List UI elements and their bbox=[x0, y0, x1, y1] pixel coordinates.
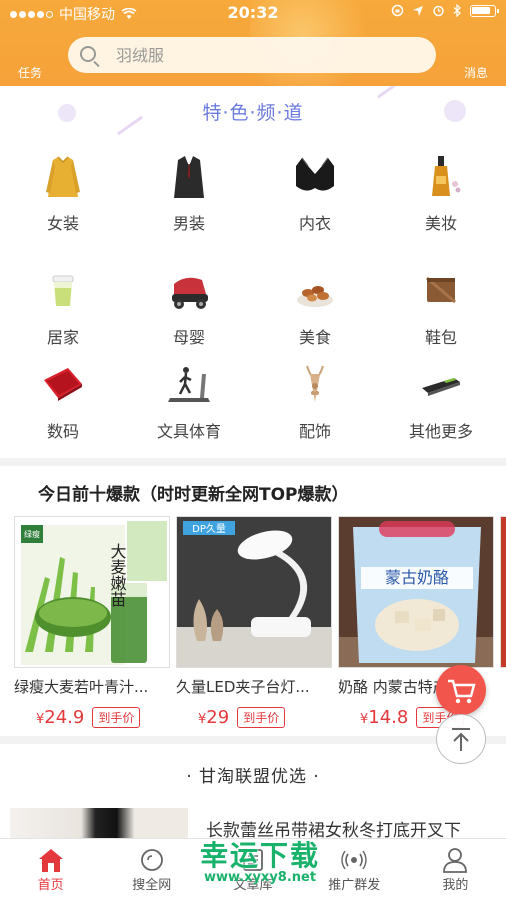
search-all-icon bbox=[140, 849, 163, 871]
product-card[interactable]: DP久量 久量LED夹子台灯... ¥29 到手价 bbox=[176, 516, 332, 728]
cart-float-button[interactable] bbox=[436, 665, 486, 715]
channel-label: 母婴 bbox=[172, 328, 205, 347]
cup-icon bbox=[52, 275, 74, 306]
product-card-partial[interactable] bbox=[500, 516, 506, 668]
product-price-row: ¥29 到手价 bbox=[176, 707, 332, 728]
top-ten-section: 今日前十爆款（时时更新全网TOP爆款） 绿瘦 大麦嫩苗 绿瘦大麦若叶青汁... … bbox=[0, 466, 506, 736]
channel-home[interactable]: 居家 bbox=[0, 266, 126, 348]
product-name: 绿瘦大麦若叶青汁... bbox=[14, 678, 149, 696]
featured-channels: 特·色·频·道 女装 男装 内衣 美妆 居家 母婴 美食 鞋包 数码 文具体育 … bbox=[0, 86, 506, 458]
channel-shoes-bags[interactable]: 鞋包 bbox=[378, 266, 504, 348]
channel-stationery-sports[interactable]: 文具体育 bbox=[126, 360, 252, 442]
watermark-title: 幸运下载 bbox=[199, 839, 320, 872]
alarm-icon bbox=[433, 5, 444, 17]
channel-label: 配饰 bbox=[298, 422, 331, 441]
tablet-icon bbox=[44, 368, 82, 401]
channel-digital[interactable]: 数码 bbox=[0, 360, 126, 442]
alliance-picks-section: · 甘淘联盟优选 · 长款蕾丝吊带裙女秋冬打底开叉下 bbox=[0, 744, 506, 844]
bra-icon bbox=[296, 157, 334, 191]
channel-label: 美妆 bbox=[424, 214, 457, 233]
channel-mens[interactable]: 男装 bbox=[126, 152, 252, 234]
channel-label: 美食 bbox=[298, 328, 331, 347]
top-ten-title: 今日前十爆款（时时更新全网TOP爆款） bbox=[38, 485, 349, 505]
sweater-icon bbox=[46, 156, 80, 197]
channel-label: 鞋包 bbox=[424, 328, 457, 347]
status-bar: 中国移动 20:32 bbox=[0, 0, 506, 26]
product-name: 久量LED夹子台灯... bbox=[176, 678, 310, 696]
lock-rotation-icon bbox=[391, 4, 404, 17]
channel-more[interactable]: 其他更多 bbox=[378, 360, 504, 442]
site-watermark: 幸运下载 www.xyxy8.net bbox=[175, 834, 345, 885]
product-image: DP久量 bbox=[176, 516, 332, 668]
channel-underwear[interactable]: 内衣 bbox=[252, 152, 378, 234]
channel-baby[interactable]: 母婴 bbox=[126, 266, 252, 348]
message-link[interactable]: 消息 bbox=[464, 64, 488, 81]
product-image bbox=[500, 516, 506, 668]
home-icon bbox=[38, 849, 63, 872]
brand-logo-text: 绿瘦 bbox=[24, 529, 40, 539]
search-bar[interactable] bbox=[68, 37, 436, 73]
channel-womens[interactable]: 女装 bbox=[0, 152, 126, 234]
channel-label: 文具体育 bbox=[156, 422, 221, 441]
alliance-title: · 甘淘联盟优选 · bbox=[186, 767, 320, 787]
search-input[interactable] bbox=[116, 45, 416, 65]
product-price-row: ¥24.9 到手价 bbox=[14, 707, 170, 728]
baby-car-icon bbox=[172, 277, 208, 309]
product-card[interactable]: 绿瘦 大麦嫩苗 绿瘦大麦若叶青汁... ¥24.9 到手价 bbox=[14, 516, 170, 728]
product-price: ¥24.9 bbox=[36, 707, 85, 728]
header: 中国移动 20:32 任务 消息 bbox=[0, 0, 506, 86]
channel-label: 男装 bbox=[172, 214, 205, 233]
arrow-up-icon bbox=[452, 728, 470, 751]
tab-label: 我的 bbox=[442, 878, 469, 893]
product-price: ¥29 bbox=[198, 707, 230, 728]
perfume-icon bbox=[432, 156, 461, 196]
tab-mine[interactable]: 我的 bbox=[405, 839, 506, 900]
brand-logo-text: DP久量 bbox=[192, 523, 226, 535]
package-text: 大麦嫩苗 bbox=[108, 543, 127, 607]
tab-label: 首页 bbox=[37, 878, 64, 893]
task-link[interactable]: 任务 bbox=[18, 64, 42, 81]
final-price-tag[interactable]: 到手价 bbox=[92, 707, 141, 728]
nuts-icon bbox=[297, 286, 333, 307]
channel-label: 其他更多 bbox=[408, 422, 473, 441]
channel-label: 内衣 bbox=[298, 214, 331, 233]
product-price: ¥14.8 bbox=[360, 707, 409, 728]
cart-icon bbox=[448, 679, 476, 704]
battery-icon bbox=[470, 4, 499, 17]
final-price-tag[interactable]: 到手价 bbox=[237, 707, 286, 728]
location-icon bbox=[413, 5, 423, 16]
channel-label: 女装 bbox=[46, 214, 79, 233]
channel-label: 居家 bbox=[46, 328, 79, 347]
lighter-icon bbox=[422, 378, 460, 396]
app-screen: 中国移动 20:32 任务 消息 特·色·频·道 bbox=[0, 0, 506, 900]
wallet-icon bbox=[426, 276, 456, 304]
search-icon bbox=[80, 46, 96, 62]
bluetooth-icon bbox=[453, 4, 461, 17]
suit-icon bbox=[174, 156, 204, 198]
channel-beauty[interactable]: 美妆 bbox=[378, 152, 504, 234]
product-image: 绿瘦 大麦嫩苗 bbox=[14, 516, 170, 668]
channels-title: 特·色·频·道 bbox=[202, 102, 304, 124]
treadmill-icon bbox=[168, 367, 210, 402]
necklace-icon bbox=[306, 365, 324, 402]
tab-home[interactable]: 首页 bbox=[0, 839, 101, 900]
user-icon bbox=[443, 848, 468, 873]
product-image: 蒙古奶酪 bbox=[338, 516, 494, 668]
channel-label: 数码 bbox=[46, 422, 79, 441]
decoration-line bbox=[376, 86, 396, 99]
channel-accessories[interactable]: 配饰 bbox=[252, 360, 378, 442]
back-to-top-button[interactable] bbox=[436, 714, 486, 764]
package-text: 蒙古奶酪 bbox=[385, 568, 449, 587]
channel-food[interactable]: 美食 bbox=[252, 266, 378, 348]
